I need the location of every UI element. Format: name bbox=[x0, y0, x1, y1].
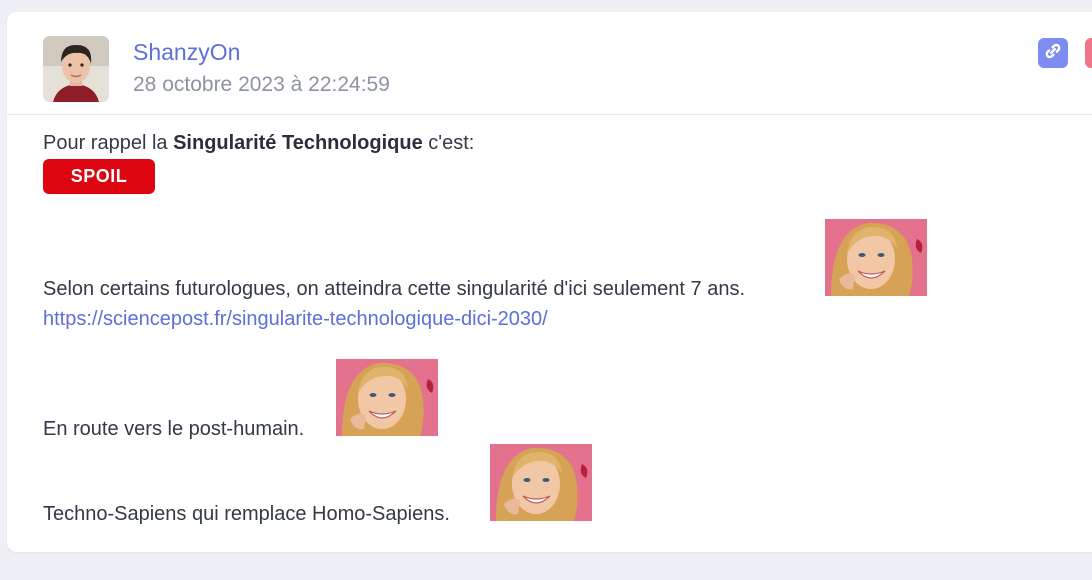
report-button[interactable] bbox=[1085, 38, 1092, 68]
intro-prefix: Pour rappel la bbox=[43, 132, 174, 154]
intro-line: Pour rappel la Singularité Technologique… bbox=[43, 131, 474, 155]
paragraph-post-humain: En route vers le post-humain. bbox=[43, 418, 305, 440]
intro-bold: Singularité Technologique bbox=[173, 132, 423, 154]
post-card: ShanzyOn 28 octobre 2023 à 22:24:59 Pour… bbox=[7, 12, 1092, 552]
avatar[interactable] bbox=[43, 36, 109, 102]
intro-suffix: c'est: bbox=[422, 132, 475, 154]
smiley-image bbox=[825, 219, 927, 296]
sciencepost-link[interactable]: https://sciencepost.fr/singularite-techn… bbox=[43, 308, 548, 331]
paragraph-techno-sapiens: Techno-Sapiens qui remplace Homo-Sapiens… bbox=[43, 503, 450, 525]
permalink-button[interactable] bbox=[1038, 38, 1068, 68]
smiley-image bbox=[490, 444, 592, 521]
link-icon bbox=[1044, 42, 1062, 65]
post-date: 28 octobre 2023 à 22:24:59 bbox=[133, 73, 390, 96]
smiley-image bbox=[336, 359, 438, 436]
post-header: ShanzyOn 28 octobre 2023 à 22:24:59 bbox=[7, 12, 1092, 115]
spoil-button[interactable]: SPOIL bbox=[43, 159, 155, 194]
paragraph-futurologues: Selon certains futurologues, on atteindr… bbox=[43, 278, 746, 300]
author-username[interactable]: ShanzyOn bbox=[133, 39, 240, 66]
